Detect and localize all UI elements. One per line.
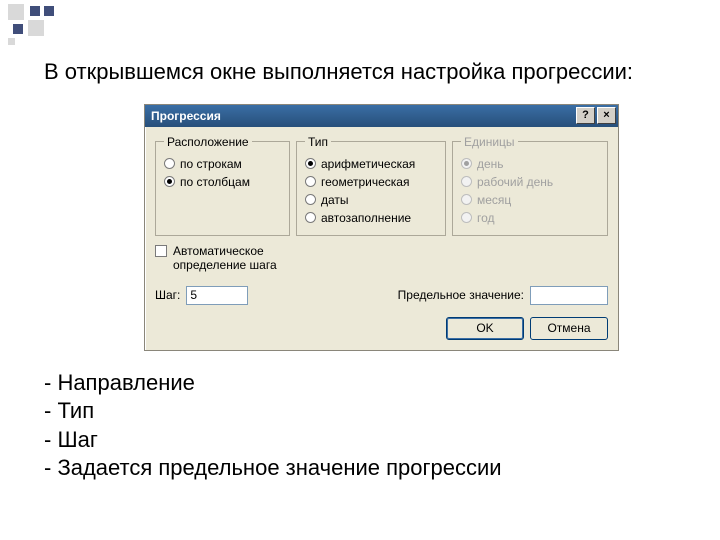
radio-label: арифметическая [321,157,415,171]
close-button[interactable]: × [597,107,616,124]
bullet-item: - Шаг [44,426,676,455]
radio-year: год [461,209,599,227]
bullet-item: - Задается предельное значение прогресси… [44,454,676,483]
help-button[interactable]: ? [576,107,595,124]
group-units: Единицы день рабочий день месяц [452,135,608,236]
progression-dialog: Прогрессия ? × Расположение по строкам п… [144,104,619,351]
radio-label: даты [321,193,349,207]
radio-label: месяц [477,193,511,207]
radio-label: день [477,157,504,171]
limit-label: Предельное значение: [398,288,524,302]
radio-by-rows[interactable]: по строкам [164,155,281,173]
step-label: Шаг: [155,288,180,302]
radio-icon [461,212,472,223]
group-location: Расположение по строкам по столбцам [155,135,290,236]
checkbox-icon [155,245,167,257]
radio-icon [305,212,316,223]
group-location-legend: Расположение [164,135,252,149]
radio-arithmetic[interactable]: арифметическая [305,155,437,173]
radio-icon [461,176,472,187]
group-units-legend: Единицы [461,135,518,149]
checkbox-auto-step[interactable]: Автоматическое определение шага [155,244,305,272]
radio-icon [164,176,175,187]
radio-dates[interactable]: даты [305,191,437,209]
radio-icon [305,176,316,187]
dialog-titlebar[interactable]: Прогрессия ? × [145,105,618,127]
intro-text: В открывшемся окне выполняется настройка… [44,58,676,86]
radio-day: день [461,155,599,173]
radio-icon [461,194,472,205]
radio-workday: рабочий день [461,173,599,191]
radio-month: месяц [461,191,599,209]
limit-input[interactable] [530,286,608,305]
radio-icon [164,158,175,169]
radio-geometric[interactable]: геометрическая [305,173,437,191]
cancel-button[interactable]: Отмена [530,317,608,340]
radio-label: рабочий день [477,175,553,189]
ok-button[interactable]: OK [446,317,524,340]
step-input[interactable]: 5 [186,286,248,305]
radio-icon [305,194,316,205]
radio-label: автозаполнение [321,211,411,225]
radio-label: по строкам [180,157,242,171]
dialog-title: Прогрессия [151,109,221,123]
radio-icon [305,158,316,169]
bullet-item: - Тип [44,397,676,426]
radio-autofill[interactable]: автозаполнение [305,209,437,227]
radio-by-columns[interactable]: по столбцам [164,173,281,191]
group-type: Тип арифметическая геометрическая даты [296,135,446,236]
radio-label: геометрическая [321,175,409,189]
group-type-legend: Тип [305,135,331,149]
radio-label: по столбцам [180,175,250,189]
bullet-list: - Направление - Тип - Шаг - Задается пре… [44,369,676,483]
checkbox-label: Автоматическое определение шага [173,244,305,272]
radio-label: год [477,211,495,225]
radio-icon [461,158,472,169]
bullet-item: - Направление [44,369,676,398]
